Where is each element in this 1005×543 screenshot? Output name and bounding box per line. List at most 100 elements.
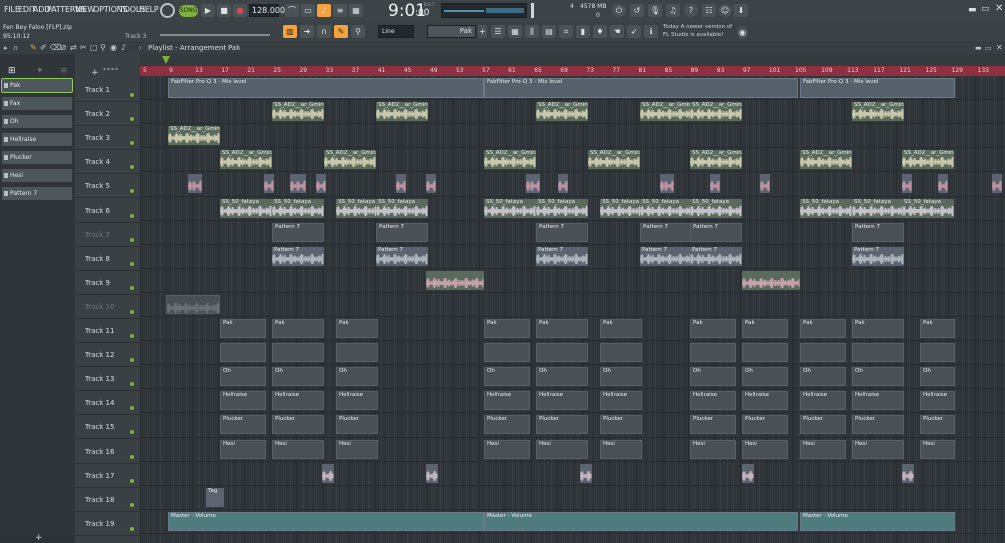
options-button[interactable]: ☷: [702, 4, 716, 17]
clip[interactable]: Hellraise: [272, 391, 324, 411]
clip[interactable]: Oh: [220, 367, 266, 387]
clip[interactable]: Plucker: [600, 415, 642, 435]
browser-button[interactable]: ▮: [576, 25, 590, 38]
clip[interactable]: [902, 463, 914, 483]
clip[interactable]: Oh: [484, 367, 530, 387]
clip[interactable]: Plucker: [920, 415, 955, 435]
snap-selector[interactable]: Line: [378, 25, 414, 38]
clip[interactable]: Hesi: [484, 439, 530, 459]
clip[interactable]: [852, 343, 904, 363]
channel-pattern-7[interactable]: Pattern 7: [2, 187, 72, 200]
track-header[interactable]: Track 20: [75, 536, 140, 543]
news-line1[interactable]: Today A newer version of: [663, 24, 732, 30]
add-track-icon[interactable]: +: [91, 68, 99, 78]
track-mute-led[interactable]: [130, 141, 134, 146]
menu-arrow-icon[interactable]: ▸: [4, 44, 8, 52]
clip[interactable]: FabFilter Pro-Q 3 - Mix level: [168, 78, 484, 98]
track-mute-led[interactable]: [130, 406, 134, 411]
play-button[interactable]: ▶: [201, 4, 215, 17]
track-mute-led[interactable]: [130, 502, 134, 507]
clip[interactable]: Pak: [272, 319, 324, 338]
clip[interactable]: SS_50_fataya: [800, 198, 852, 218]
bird-button[interactable]: ➶: [627, 25, 641, 38]
countdown-button[interactable]: ♪: [317, 4, 331, 17]
stop-button[interactable]: ■: [217, 4, 231, 17]
clip[interactable]: Hesi: [742, 439, 788, 459]
track-mute-led[interactable]: [130, 430, 134, 435]
picker-list-icon[interactable]: ≡: [60, 66, 68, 76]
clip[interactable]: Hellraise: [220, 391, 266, 411]
track-mute-led[interactable]: [130, 237, 134, 242]
clip[interactable]: [760, 174, 770, 194]
clip[interactable]: Plucker: [800, 415, 846, 435]
blend-button[interactable]: ▦: [349, 4, 363, 17]
track-header[interactable]: Track 6: [75, 199, 140, 223]
clip[interactable]: Pak: [690, 319, 736, 338]
clip[interactable]: Tag: [206, 487, 224, 507]
playlist-minimize-icon[interactable]: ▬: [975, 44, 982, 52]
arrow-button[interactable]: ➜: [300, 25, 314, 38]
clip[interactable]: [396, 174, 406, 194]
clip[interactable]: Pattern 7: [272, 222, 324, 242]
clip[interactable]: Plucker: [852, 415, 904, 435]
clip[interactable]: Hellraise: [742, 391, 788, 411]
paint-tool-icon[interactable]: ✐: [40, 43, 47, 52]
clip[interactable]: [938, 174, 948, 194]
clip[interactable]: [710, 174, 720, 194]
clip[interactable]: Pattern 7: [640, 246, 692, 266]
channel-hesi[interactable]: Hesi: [2, 169, 72, 182]
clip[interactable]: [316, 174, 326, 194]
playlist-maximize-icon[interactable]: ▭: [985, 44, 992, 52]
add-channel-icon[interactable]: +: [35, 533, 43, 543]
metronome-button[interactable]: ⌒: [285, 4, 299, 17]
track-header[interactable]: Track 18: [75, 488, 140, 512]
track-header[interactable]: Track 5: [75, 174, 140, 199]
clip[interactable]: Pak: [800, 319, 846, 338]
clip[interactable]: [530, 174, 540, 194]
track-mute-led[interactable]: [130, 93, 134, 97]
clip[interactable]: Hellraise: [690, 391, 736, 411]
clip[interactable]: Oh: [690, 367, 736, 387]
plugin-picker-button[interactable]: ♦: [593, 25, 607, 38]
clip[interactable]: Oh: [920, 367, 955, 387]
clip[interactable]: [192, 174, 202, 194]
wait-button[interactable]: ▭: [301, 4, 315, 17]
clip[interactable]: Hellraise: [484, 391, 530, 411]
clip[interactable]: SS_AD2__ar_Gmin: [536, 102, 588, 122]
clip[interactable]: [484, 343, 530, 363]
clip[interactable]: Pak: [742, 319, 788, 338]
clip[interactable]: Pak: [852, 319, 904, 338]
clip[interactable]: Pak: [600, 319, 642, 338]
track-header[interactable]: Track 4: [75, 150, 140, 175]
clip[interactable]: Plucker: [742, 415, 788, 435]
clip[interactable]: [800, 343, 846, 363]
clip[interactable]: [690, 343, 736, 363]
clip[interactable]: Pattern 7: [536, 222, 588, 242]
clip[interactable]: Pak: [484, 319, 530, 338]
track-mute-led[interactable]: [130, 309, 134, 314]
picker-add-icon[interactable]: ✦: [36, 66, 44, 76]
mixer-button[interactable]: ⫼: [525, 25, 539, 38]
add-pattern-button[interactable]: +: [478, 25, 487, 38]
clip[interactable]: FabFilter Pro-Q 3 - Mix level: [484, 78, 798, 98]
clip[interactable]: SS_50_fataya: [220, 198, 272, 218]
clip[interactable]: Pattern 7: [690, 222, 742, 242]
info-button[interactable]: ℹ: [644, 25, 658, 38]
slice-tool-icon[interactable]: ✂: [80, 43, 87, 52]
tempo-display[interactable]: 128.000: [249, 4, 285, 17]
track-mute-led[interactable]: [130, 165, 134, 170]
clip[interactable]: Pak: [336, 319, 378, 338]
clip[interactable]: Pattern 7: [536, 246, 588, 266]
clip[interactable]: Hesi: [800, 439, 846, 459]
clip[interactable]: SS_50_fataya: [484, 198, 536, 218]
clip[interactable]: SS_AD2__ar_Gmin: [324, 150, 376, 170]
clip[interactable]: Pattern 7: [272, 246, 324, 266]
clip[interactable]: Pattern 7: [376, 222, 428, 242]
track-header[interactable]: Track 19: [75, 512, 140, 536]
stamp-button[interactable]: ⚲: [351, 25, 365, 38]
track-mute-led[interactable]: [130, 382, 134, 387]
clip[interactable]: [742, 343, 788, 363]
track-header[interactable]: Track 10: [75, 295, 140, 319]
touch-button[interactable]: ☚: [610, 25, 624, 38]
clip[interactable]: Oh: [272, 367, 324, 387]
